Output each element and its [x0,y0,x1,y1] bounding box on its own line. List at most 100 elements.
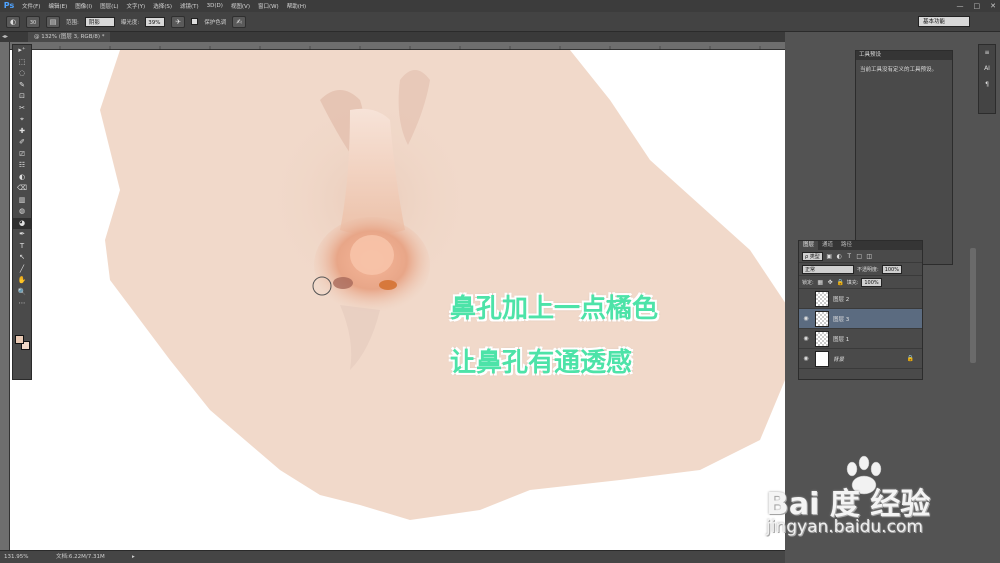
layer-filter-row: ρ 类型 ▣ ◐ T □ ◫ [799,250,922,263]
opacity-input[interactable]: 100% [881,264,902,274]
menu-help[interactable]: 帮助(H) [283,2,310,10]
window-controls: — □ ✕ [957,0,997,12]
side-icon-strip: ≡ AI ¶ [978,44,996,114]
lock-all-icon[interactable]: 🔒 [837,279,844,286]
path-select-tool-icon[interactable]: ↖ [13,252,31,264]
lock-pixels-icon[interactable]: ▦ [817,279,824,286]
layers-panel-tabs: 图层 通道 路径 [799,241,922,250]
filter-pixel-icon[interactable]: ▣ [826,253,833,260]
lock-position-icon[interactable]: ✥ [827,279,834,286]
fill-label: 填充: [846,279,859,286]
line-tool-icon[interactable]: ╱ [13,264,31,276]
paragraph-panel-icon[interactable]: ¶ [979,77,995,93]
tool-presets-title[interactable]: 工具预设 [856,51,952,60]
right-nostril [379,280,397,290]
eyedropper-tool-icon[interactable]: ⌖ [13,114,31,126]
range-select[interactable]: 阴影 [84,16,115,27]
marquee-tool-icon[interactable]: ⬚ [13,57,31,69]
burn-tool-icon[interactable]: ◕ [13,217,31,229]
crop-tool-icon[interactable]: ⊡ [13,91,31,103]
layer-name[interactable]: 图层 3 [833,315,922,323]
menu-3d[interactable]: 3D(D) [203,3,227,9]
airbrush-icon[interactable]: ✈ [171,15,186,28]
brush-panel-icon[interactable]: ▤ [46,15,60,28]
eye-icon[interactable]: ◉ [799,355,813,362]
tab-layers[interactable]: 图层 [799,241,819,250]
slice-tool-icon[interactable]: ✂ [13,103,31,115]
workspace-select[interactable]: 基本功能 [918,16,970,27]
menu-layer[interactable]: 图层(L) [96,2,122,10]
tab-paths[interactable]: 路径 [837,241,856,250]
menu-edit[interactable]: 编辑(E) [44,2,71,10]
layer-name[interactable]: 图层 1 [833,335,922,343]
menu-image[interactable]: 图像(I) [71,2,96,10]
layer-row-1[interactable]: ◉ 图层 1 [799,329,922,349]
menu-type[interactable]: 文字(Y) [123,2,150,10]
minimize-icon[interactable]: — [957,2,964,10]
collapse-icon[interactable]: ◂▸ [2,33,8,40]
layer-row-3[interactable]: ◉ 图层 3 [799,309,922,329]
hand-tool-icon[interactable]: ✋ [13,275,31,287]
lasso-tool-icon[interactable]: ◌ [13,68,31,80]
tool-presets-panel: 工具预设 当前工具没有定义的工具预设。 [855,50,953,265]
painting [100,50,785,520]
blend-row: 正常 不透明度: 100% [799,263,922,276]
eye-icon[interactable]: ◉ [799,335,813,342]
foreground-color-swatch[interactable] [15,335,24,344]
layer-thumbnail [815,350,829,367]
panel-menu-icon[interactable]: ≡ [979,45,995,61]
menu-filter[interactable]: 滤镜(T) [176,2,203,10]
quick-select-tool-icon[interactable]: ✎ [13,80,31,92]
menu-view[interactable]: 视图(V) [227,2,254,10]
blend-mode-select[interactable]: 正常 [802,264,854,274]
history-brush-tool-icon[interactable]: ☷ [13,160,31,172]
burn-tool-preset-icon[interactable]: ◐ [6,15,20,28]
eraser-tool-icon[interactable]: ◐ [13,172,31,184]
status-menu-arrow-icon[interactable]: ▸ [132,551,135,563]
status-bar: 131.95% 文档:6.22M/7.31M ▸ [0,550,785,563]
fill-input[interactable]: 100% [861,277,882,287]
ruler-horizontal [10,42,785,50]
character-panel-icon[interactable]: AI [979,61,995,77]
layer-name[interactable]: 背景 [833,355,907,363]
tab-channels[interactable]: 通道 [818,241,837,250]
menu-select[interactable]: 选择(S) [149,2,176,10]
filter-smart-icon[interactable]: ◫ [866,253,873,260]
brush-tool-icon[interactable]: ✐ [13,137,31,149]
filter-adjust-icon[interactable]: ◐ [836,253,843,260]
zoom-tool-icon[interactable]: 🔍 [13,287,31,299]
move-tool-icon[interactable]: ▸⁺ [13,45,31,57]
brush-size-picker[interactable]: 30 [26,15,40,28]
eye-icon[interactable]: ◉ [799,315,813,322]
blur-tool-icon[interactable]: ▥ [13,195,31,207]
layer-kind-select[interactable]: ρ 类型 [802,251,823,261]
layer-row-2[interactable]: 图层 2 [799,289,922,309]
options-bar: ◐ 30 ▤ 范围: 阴影 曝光度: 39% ✈ 保护色调 ✍ 基本功能 [0,12,1000,32]
pen-tool-icon[interactable]: ✒ [13,229,31,241]
filter-shape-icon[interactable]: □ [856,253,863,260]
watermark-url: jingyan.baidu.com [766,517,923,537]
maximize-icon[interactable]: □ [974,2,981,10]
layer-row-background[interactable]: ◉ 背景 🔒 [799,349,922,369]
zoom-level[interactable]: 131.95% [4,551,28,563]
smudge-tool-icon[interactable]: ◍ [13,206,31,218]
document-tab[interactable]: @ 132% (图层 3, RGB/8) * [28,32,111,42]
protect-tones-checkbox[interactable] [191,18,199,25]
close-icon[interactable]: ✕ [990,2,996,10]
pressure-icon[interactable]: ✍ [232,15,247,28]
dock-scrollbar[interactable] [970,248,976,363]
clone-stamp-tool-icon[interactable]: ⎚ [13,149,31,161]
exposure-input[interactable]: 39% [145,16,166,27]
layers-panel: 图层 通道 路径 ρ 类型 ▣ ◐ T □ ◫ 正常 不透明度: 100% 锁定… [798,240,923,380]
menu-window[interactable]: 窗口(W) [254,2,283,10]
menu-file[interactable]: 文件(F) [18,2,44,10]
annotation-line-2: 让鼻孔有通透感 [450,348,633,378]
layer-name[interactable]: 图层 2 [833,295,922,303]
type-tool-icon[interactable]: T [13,241,31,253]
filter-type-icon[interactable]: T [846,253,853,260]
document-canvas[interactable]: 鼻孔加上一点橘色 让鼻孔有通透感 [10,50,785,550]
layer-thumbnail [815,310,829,327]
gradient-tool-icon[interactable]: ⌫ [13,183,31,195]
more-tools-icon[interactable]: ⋯ [13,298,31,310]
healing-tool-icon[interactable]: ✚ [13,126,31,138]
